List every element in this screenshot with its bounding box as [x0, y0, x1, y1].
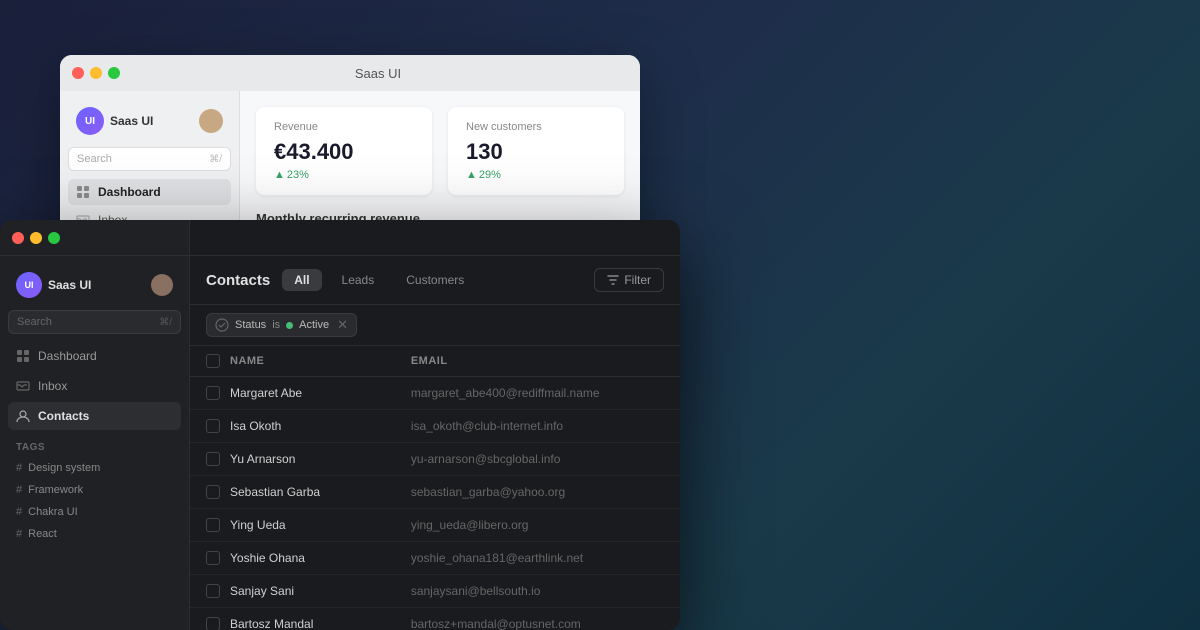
- row-checkbox-3[interactable]: [206, 452, 220, 466]
- filter-icon: [607, 274, 619, 286]
- fg-window: UI Saas UI Search ⌘/ Dashboard Inbox Con…: [0, 220, 680, 630]
- fg-tag-design-system[interactable]: # Design system: [8, 457, 181, 479]
- bg-window-title: Saas UI: [128, 66, 628, 81]
- contacts-table: Margaret Abe margaret_abe400@rediffmail.…: [190, 377, 680, 630]
- status-filter-close[interactable]: ✕: [337, 317, 348, 333]
- fg-contacts-icon: [16, 409, 30, 423]
- bg-stats: Revenue €43.400 ▲ 23% New customers 130 …: [256, 107, 624, 195]
- row-checkbox-7[interactable]: [206, 584, 220, 598]
- fg-search[interactable]: Search ⌘/: [8, 310, 181, 334]
- fg-main-content: Contacts All Leads Customers Filter Stat…: [190, 256, 680, 630]
- fg-tag-react[interactable]: # React: [8, 523, 181, 545]
- status-filter-badge: Status is Active ✕: [206, 313, 357, 337]
- fg-tag-framework[interactable]: # Framework: [8, 479, 181, 501]
- bg-customers-card: New customers 130 ▲ 29%: [448, 107, 624, 195]
- fg-main: Contacts All Leads Customers Filter Stat…: [190, 220, 680, 630]
- col-name-header: Name: [230, 355, 411, 367]
- fg-nav-contacts[interactable]: Contacts: [8, 402, 181, 430]
- fg-sidebar-content: UI Saas UI Search ⌘/ Dashboard Inbox Con…: [0, 256, 189, 630]
- table-row[interactable]: Margaret Abe margaret_abe400@rediffmail.…: [190, 377, 680, 410]
- fg-tags-label: Tags: [8, 432, 181, 457]
- tab-all[interactable]: All: [282, 269, 321, 291]
- row-checkbox-8[interactable]: [206, 617, 220, 630]
- fg-nav-inbox[interactable]: Inbox: [8, 372, 181, 400]
- table-header: Name Email: [190, 346, 680, 377]
- table-row[interactable]: Bartosz Mandal bartosz+mandal@optusnet.c…: [190, 608, 680, 630]
- status-active-dot: [286, 322, 293, 329]
- row-checkbox-5[interactable]: [206, 518, 220, 532]
- fg-nav-dashboard[interactable]: Dashboard: [8, 342, 181, 370]
- fg-toolbar: Contacts All Leads Customers Filter: [190, 256, 680, 305]
- table-row[interactable]: Ying Ueda ying_ueda@libero.org: [190, 509, 680, 542]
- bg-sidebar-header: UI Saas UI: [68, 103, 231, 147]
- col-email-header: Email: [411, 355, 664, 367]
- table-row[interactable]: Sebastian Garba sebastian_garba@yahoo.or…: [190, 476, 680, 509]
- fg-inbox-icon: [16, 379, 30, 393]
- row-checkbox-2[interactable]: [206, 419, 220, 433]
- minimize-button-bg[interactable]: [90, 67, 102, 79]
- status-filter-bar: Status is Active ✕: [190, 305, 680, 346]
- row-checkbox-6[interactable]: [206, 551, 220, 565]
- bg-user-avatar: [199, 109, 223, 133]
- maximize-button-bg[interactable]: [108, 67, 120, 79]
- customers-growth: ▲ 29%: [466, 169, 606, 181]
- fg-tag-chakra[interactable]: # Chakra UI: [8, 501, 181, 523]
- tab-customers[interactable]: Customers: [394, 269, 476, 291]
- close-button-bg[interactable]: [72, 67, 84, 79]
- table-row[interactable]: Sanjay Sani sanjaysani@bellsouth.io: [190, 575, 680, 608]
- bg-nav-dashboard[interactable]: Dashboard: [68, 179, 231, 205]
- revenue-growth: ▲ 23%: [274, 169, 414, 181]
- status-filter-icon: [215, 318, 229, 332]
- tab-leads[interactable]: Leads: [330, 269, 387, 291]
- dashboard-icon: [76, 185, 90, 199]
- contacts-title: Contacts: [206, 272, 270, 289]
- fg-main-titlebar: [190, 220, 680, 256]
- fg-sidebar-titlebar: [0, 220, 189, 256]
- fg-user-avatar: [151, 274, 173, 296]
- minimize-button-fg[interactable]: [30, 232, 42, 244]
- bg-search[interactable]: Search ⌘/: [68, 147, 231, 171]
- traffic-lights-fg: [12, 232, 60, 244]
- header-checkbox[interactable]: [206, 354, 220, 368]
- bg-revenue-card: Revenue €43.400 ▲ 23%: [256, 107, 432, 195]
- fg-sidebar: UI Saas UI Search ⌘/ Dashboard Inbox Con…: [0, 220, 190, 630]
- fg-sidebar-header: UI Saas UI: [8, 268, 181, 310]
- row-checkbox-4[interactable]: [206, 485, 220, 499]
- table-row[interactable]: Yu Arnarson yu-arnarson@sbcglobal.info: [190, 443, 680, 476]
- fg-avatar: UI: [16, 272, 42, 298]
- table-row[interactable]: Isa Okoth isa_okoth@club-internet.info: [190, 410, 680, 443]
- close-button-fg[interactable]: [12, 232, 24, 244]
- table-row[interactable]: Yoshie Ohana yoshie_ohana181@earthlink.n…: [190, 542, 680, 575]
- fg-dashboard-icon: [16, 349, 30, 363]
- bg-avatar: UI: [76, 107, 104, 135]
- filter-button[interactable]: Filter: [594, 268, 664, 292]
- bg-window-titlebar: Saas UI: [60, 55, 640, 91]
- row-checkbox-1[interactable]: [206, 386, 220, 400]
- maximize-button-fg[interactable]: [48, 232, 60, 244]
- traffic-lights-bg: [72, 67, 120, 79]
